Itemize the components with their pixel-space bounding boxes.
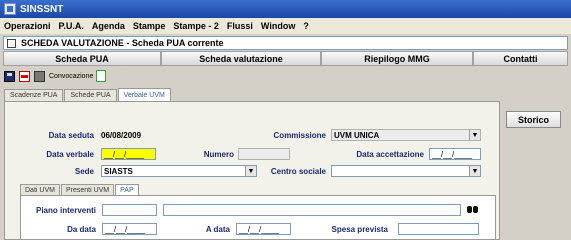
menu-bar: Operazioni P.U.A. Agenda Stampe Stampe -…: [0, 18, 571, 34]
panel-title-bar: SCHEDA VALUTAZIONE - Scheda PUA corrente: [3, 36, 568, 50]
window-restore-icon[interactable]: [7, 38, 16, 48]
nav-riepilogo-mmg[interactable]: Riepilogo MMG: [321, 51, 473, 66]
data-seduta-label: Data seduta: [48, 131, 94, 140]
main-tabs: Scadenze PUA Schede PUA Verbale UVM: [4, 88, 172, 101]
tab-schede-pua[interactable]: Schede PUA: [64, 89, 117, 101]
sede-label: Sede: [74, 167, 94, 176]
panel-title: SCHEDA VALUTAZIONE - Scheda PUA corrente: [21, 38, 224, 48]
nav-contatti[interactable]: Contatti: [473, 51, 568, 66]
app-icon: [4, 3, 16, 15]
chevron-down-icon[interactable]: ▼: [469, 166, 480, 176]
numero-field: [238, 148, 290, 160]
commissione-value: UVM UNICA: [334, 130, 380, 140]
piano-interventi-code-field[interactable]: [102, 204, 157, 216]
menu-operazioni[interactable]: Operazioni: [4, 21, 51, 31]
convocazione-label[interactable]: Convocazione: [49, 73, 93, 80]
centro-sociale-select[interactable]: ▼: [331, 165, 481, 177]
menu-stampe[interactable]: Stampe: [133, 21, 166, 31]
title-bar: SINSSNT: [0, 0, 571, 18]
data-verbale-label: Data verbale: [46, 150, 94, 159]
chevron-down-icon[interactable]: ▼: [245, 166, 256, 176]
commissione-select: UVM UNICA ▼: [331, 129, 481, 141]
spesa-prevista-label: Spesa prevista: [331, 225, 388, 234]
storico-button[interactable]: Storico: [506, 111, 561, 128]
sub-tabs: Dati UVM Presenti UVM PAP: [20, 184, 140, 195]
sede-select[interactable]: SIASTS ▼: [101, 165, 257, 177]
tab-presenti-uvm[interactable]: Presenti UVM: [60, 184, 115, 195]
menu-pua[interactable]: P.U.A.: [59, 21, 84, 31]
piano-interventi-desc-field[interactable]: [163, 204, 461, 216]
da-data-label: Da data: [67, 225, 96, 234]
data-accettazione-field[interactable]: __/__/____: [429, 148, 481, 160]
data-seduta-value: 06/08/2009: [101, 131, 142, 140]
da-data-field[interactable]: __/__/____: [102, 223, 157, 235]
pdf-icon[interactable]: [19, 70, 30, 82]
menu-window[interactable]: Window: [261, 21, 295, 31]
numero-label: Numero: [203, 150, 234, 159]
toolbar: Convocazione: [4, 68, 110, 84]
a-data-label: A data: [205, 225, 230, 234]
section-nav: Scheda PUA Scheda valutazione Riepilogo …: [3, 51, 568, 66]
piano-interventi-label: Piano interventi: [35, 206, 96, 215]
menu-help[interactable]: ?: [303, 21, 309, 31]
chevron-down-icon: ▼: [469, 130, 480, 140]
binoculars-search-icon[interactable]: [467, 204, 479, 214]
tab-verbale-uvm[interactable]: Verbale UVM: [117, 88, 171, 101]
print-icon[interactable]: [34, 70, 45, 82]
a-data-field[interactable]: __/__/____: [236, 223, 291, 235]
save-icon[interactable]: [4, 70, 15, 82]
nav-scheda-valutazione[interactable]: Scheda valutazione: [161, 51, 321, 66]
centro-sociale-label: Centro sociale: [270, 167, 326, 176]
tab-pap[interactable]: PAP: [115, 184, 139, 195]
sede-value: SIASTS: [104, 166, 133, 176]
tab-scadenze-pua[interactable]: Scadenze PUA: [4, 89, 64, 101]
data-verbale-field[interactable]: __/__/____: [101, 148, 156, 160]
menu-stampe-2[interactable]: Stampe - 2: [173, 21, 219, 31]
commissione-label: Commissione: [273, 131, 326, 140]
menu-flussi[interactable]: Flussi: [227, 21, 253, 31]
tab-dati-uvm[interactable]: Dati UVM: [20, 184, 60, 195]
window-title: SINSSNT: [20, 3, 64, 15]
spesa-prevista-field[interactable]: [398, 223, 479, 235]
document-icon[interactable]: [96, 70, 107, 82]
data-accettazione-label: Data accettazione: [356, 150, 424, 159]
nav-scheda-pua[interactable]: Scheda PUA: [3, 51, 161, 66]
menu-agenda[interactable]: Agenda: [92, 21, 125, 31]
